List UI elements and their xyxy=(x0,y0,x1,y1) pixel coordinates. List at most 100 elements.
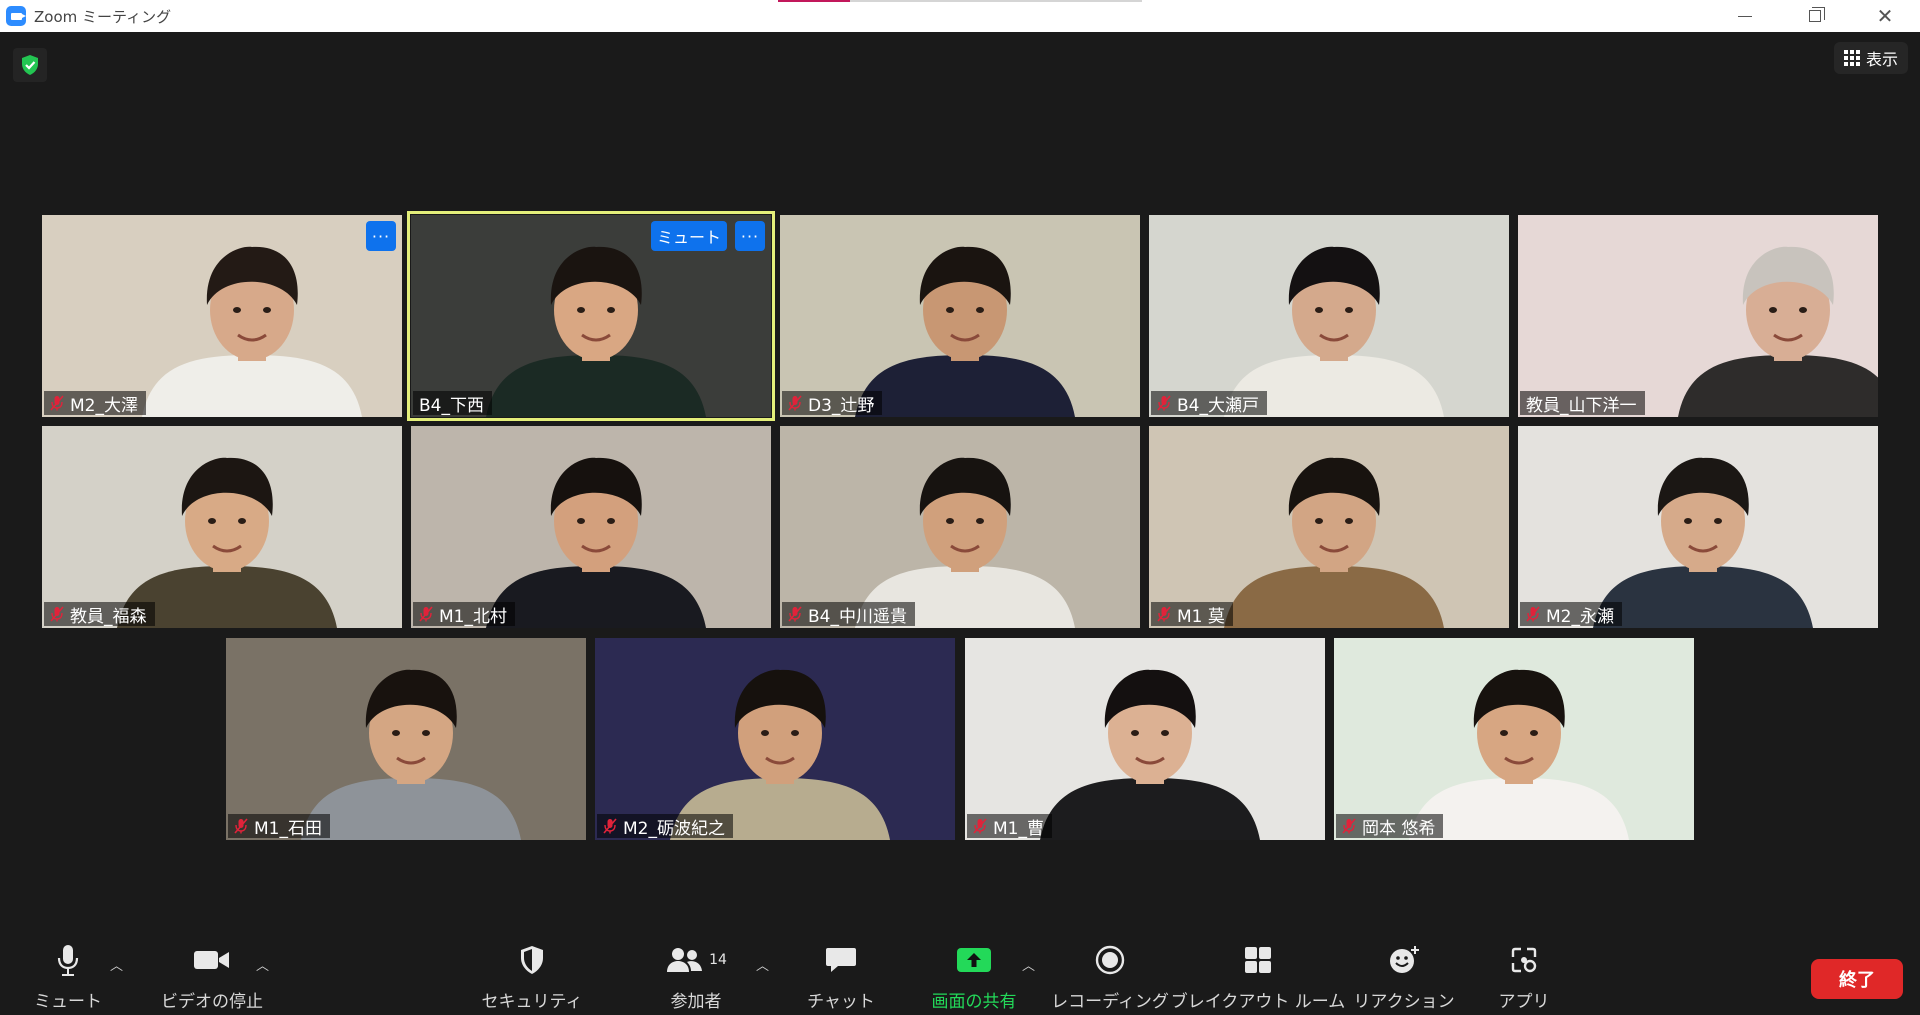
muted-microphone-icon xyxy=(788,606,802,622)
share-options-chevron-icon[interactable]: ︿ xyxy=(1022,955,1035,974)
mute-label: ミュート xyxy=(34,992,102,1012)
security-label: セキュリティ xyxy=(481,992,583,1012)
video-feed xyxy=(1149,215,1509,417)
view-button[interactable]: 表示 xyxy=(1833,42,1908,74)
muted-microphone-icon xyxy=(788,395,802,411)
participant-name-bar: D3_辻野 xyxy=(782,391,883,416)
participant-tile[interactable]: M1_石田 xyxy=(226,638,586,840)
participant-name-bar: 教員_福森 xyxy=(44,602,155,627)
maximize-button[interactable] xyxy=(1780,0,1850,32)
video-feed xyxy=(780,426,1140,628)
shield-check-icon xyxy=(22,55,38,75)
mute-participant-button[interactable]: ミュート xyxy=(650,221,727,251)
chat-button[interactable]: チャット xyxy=(804,937,878,1015)
title-accent-bar xyxy=(850,0,1142,2)
audio-options-chevron-icon[interactable]: ︿ xyxy=(110,955,123,974)
video-feed xyxy=(780,215,1140,417)
muted-microphone-icon xyxy=(1157,606,1171,622)
breakout-rooms-button[interactable]: ブレイクアウト ルーム xyxy=(1171,937,1345,1015)
video-feed xyxy=(595,638,955,840)
participant-name: D3_辻野 xyxy=(808,395,875,416)
window-title: Zoom ミーティング xyxy=(34,7,172,26)
participant-name: 教員_山下洋一 xyxy=(1526,395,1637,416)
stop-video-button[interactable]: ビデオの停止 xyxy=(152,937,272,1015)
security-shield-icon xyxy=(518,937,546,983)
participant-name-bar: M1_石田 xyxy=(228,814,330,839)
share-screen-icon xyxy=(955,937,993,983)
video-feed xyxy=(226,638,586,840)
participant-tile[interactable]: D3_辻野 xyxy=(780,215,1140,417)
video-camera-icon xyxy=(192,937,232,983)
participants-options-chevron-icon[interactable]: ︿ xyxy=(756,955,769,974)
participant-name: M1 莫 xyxy=(1177,606,1225,627)
apps-icon xyxy=(1509,937,1539,983)
video-feed xyxy=(1149,426,1509,628)
reactions-button[interactable]: リアクション xyxy=(1353,937,1455,1015)
breakout-rooms-icon xyxy=(1243,937,1273,983)
apps-label: アプリ xyxy=(1498,992,1550,1012)
meeting-toolbar: ミュート ︿ ビデオの停止 ︿ セキュリティ 14 参加者 ︿ チャット 画面の… xyxy=(0,937,1920,1015)
record-label: レコーディング xyxy=(1051,992,1169,1012)
chat-label: チャット xyxy=(807,992,875,1012)
muted-microphone-icon xyxy=(234,818,248,834)
security-button[interactable]: セキュリティ xyxy=(480,937,584,1015)
participant-name: M2_大澤 xyxy=(70,395,138,416)
video-feed xyxy=(1518,426,1878,628)
participants-icon: 14 xyxy=(665,937,727,983)
participant-name: 教員_福森 xyxy=(70,606,147,627)
participant-tile[interactable]: 教員_山下洋一 xyxy=(1518,215,1878,417)
participant-tile[interactable]: 教員_福森 xyxy=(42,426,402,628)
minimize-button[interactable] xyxy=(1710,0,1780,32)
participant-name-bar: M1_北村 xyxy=(413,602,515,627)
participant-name: M1_曹 xyxy=(993,818,1044,839)
participant-tile[interactable]: 岡本 悠希 xyxy=(1334,638,1694,840)
mute-button[interactable]: ミュート xyxy=(30,937,106,1015)
title-accent xyxy=(778,0,850,2)
microphone-icon xyxy=(55,937,81,983)
chat-bubble-icon xyxy=(824,937,858,983)
video-options-chevron-icon[interactable]: ︿ xyxy=(256,955,269,974)
participant-tile[interactable]: M2_大澤 ··· xyxy=(42,215,402,417)
record-button[interactable]: レコーディング xyxy=(1051,937,1169,1015)
video-feed xyxy=(1334,638,1694,840)
muted-microphone-icon xyxy=(50,395,64,411)
close-icon: ✕ xyxy=(1876,4,1894,28)
participant-tile[interactable]: M2_砺波紀之 xyxy=(595,638,955,840)
participant-tile[interactable]: M1 莫 xyxy=(1149,426,1509,628)
view-label: 表示 xyxy=(1865,50,1898,69)
participant-name: 岡本 悠希 xyxy=(1362,818,1436,839)
share-screen-button[interactable]: 画面の共有 xyxy=(924,937,1024,1015)
participant-name-bar: M2_永瀬 xyxy=(1520,602,1622,627)
video-label: ビデオの停止 xyxy=(161,992,263,1012)
window-controls: ✕ xyxy=(1710,0,1920,32)
participants-count: 14 xyxy=(709,952,727,968)
record-icon xyxy=(1094,937,1126,983)
muted-microphone-icon xyxy=(973,818,987,834)
zoom-logo-icon xyxy=(6,6,26,26)
participant-tile[interactable]: B4_下西 ミュート ··· xyxy=(407,211,775,421)
participant-tile[interactable]: B4_中川遥貴 xyxy=(780,426,1140,628)
end-meeting-button[interactable]: 終了 xyxy=(1811,959,1903,999)
video-feed xyxy=(1518,215,1878,417)
participant-tile[interactable]: M1_北村 xyxy=(411,426,771,628)
participant-tile[interactable]: M1_曹 xyxy=(965,638,1325,840)
breakout-label: ブレイクアウト ルーム xyxy=(1170,992,1346,1012)
restore-icon xyxy=(1809,7,1825,22)
participant-name-bar: 教員_山下洋一 xyxy=(1520,391,1645,416)
more-options-button[interactable]: ··· xyxy=(366,221,396,251)
close-button[interactable]: ✕ xyxy=(1850,0,1920,32)
encryption-shield-button[interactable] xyxy=(13,48,47,82)
participant-name-bar: B4_大瀬戸 xyxy=(1151,391,1267,416)
participant-name: M1_石田 xyxy=(254,818,322,839)
participant-tile[interactable]: M2_永瀬 xyxy=(1518,426,1878,628)
participant-name: B4_中川遥貴 xyxy=(808,606,907,627)
share-label: 画面の共有 xyxy=(931,992,1017,1012)
video-feed xyxy=(411,426,771,628)
grid-view-icon xyxy=(1843,50,1860,66)
participants-button[interactable]: 14 参加者 xyxy=(648,937,744,1015)
video-feed xyxy=(42,426,402,628)
more-options-button[interactable]: ··· xyxy=(735,221,765,251)
participant-tile[interactable]: B4_大瀬戸 xyxy=(1149,215,1509,417)
apps-button[interactable]: アプリ xyxy=(1494,937,1554,1015)
muted-microphone-icon xyxy=(1157,395,1171,411)
